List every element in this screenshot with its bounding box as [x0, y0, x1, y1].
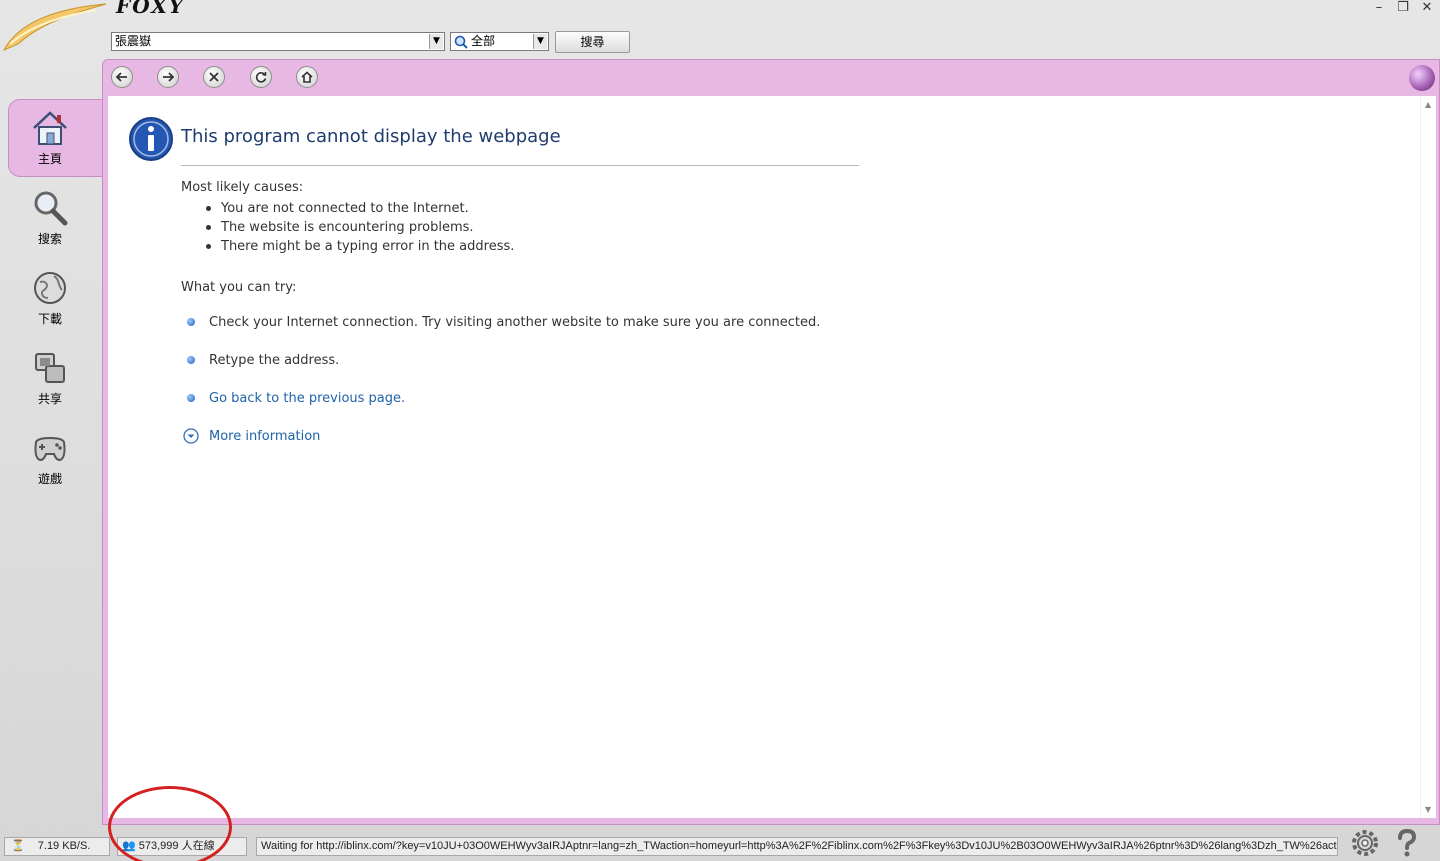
expand-chevron-icon[interactable]	[183, 428, 199, 444]
bullet-icon	[206, 225, 211, 230]
sidebar-item-share[interactable]: 共享	[20, 348, 80, 407]
sidebar-item-games[interactable]: 遊戲	[20, 428, 80, 487]
web-content: This program cannot display the webpage …	[108, 96, 1420, 818]
app-logo: FOXY	[116, 0, 186, 18]
bullet-icon	[206, 206, 211, 211]
sidebar-item-download[interactable]: 下載	[20, 268, 80, 327]
search-filter-select[interactable]: 全部 ▼	[450, 32, 549, 51]
back-icon	[115, 72, 127, 82]
more-information-link[interactable]: More information	[209, 429, 320, 444]
gamepad-icon	[34, 436, 66, 462]
search-button[interactable]: 搜尋	[555, 31, 630, 53]
sidebar-item-label: 共享	[37, 392, 62, 406]
causes-heading: Most likely causes:	[181, 180, 304, 195]
try-heading: What you can try:	[181, 280, 297, 295]
bullet-icon	[187, 356, 195, 364]
stop-icon	[209, 72, 219, 82]
browser-frame: This program cannot display the webpage …	[102, 59, 1440, 825]
info-icon	[129, 117, 173, 161]
highlight-circle-annotation	[108, 786, 232, 861]
sidebar-item-label: 主頁	[37, 152, 62, 166]
status-message: Waiting for http://iblinx.com/?key=v10JU…	[256, 837, 1338, 856]
search-query: 張震嶽	[115, 34, 152, 48]
magnifier-icon	[34, 191, 68, 226]
back-button[interactable]	[111, 66, 133, 88]
try-item: Check your Internet connection. Try visi…	[209, 315, 821, 330]
divider	[181, 165, 859, 166]
restore-button[interactable]: ❐	[1394, 0, 1412, 16]
search-dropdown-arrow-icon[interactable]: ▼	[429, 34, 443, 49]
sidebar-item-label: 下載	[37, 312, 62, 326]
try-item: Retype the address.	[209, 353, 340, 368]
globe-button[interactable]	[1409, 65, 1435, 91]
vertical-scrollbar[interactable]: ▲ ▼	[1420, 96, 1436, 818]
home-icon	[33, 111, 67, 145]
filter-dropdown-arrow-icon[interactable]: ▼	[533, 34, 547, 49]
home-button[interactable]	[296, 66, 318, 88]
refresh-button[interactable]	[250, 66, 272, 88]
search-input[interactable]: 張震嶽 ▼	[111, 32, 445, 51]
browser-toolbar	[103, 60, 1439, 96]
share-icon	[35, 353, 65, 383]
sidebar-item-label: 遊戲	[37, 472, 62, 486]
settings-gear-icon[interactable]	[1350, 828, 1380, 858]
bullet-icon	[187, 394, 195, 402]
globe-icon	[34, 272, 66, 304]
bullet-icon	[187, 318, 195, 326]
bullet-icon	[206, 244, 211, 249]
foxy-logo-swoosh	[2, 3, 107, 52]
cause-item: You are not connected to the Internet.	[221, 201, 469, 216]
scroll-up-icon[interactable]: ▲	[1425, 100, 1431, 109]
go-back-link[interactable]: Go back to the previous page.	[209, 391, 405, 406]
help-question-icon[interactable]	[1392, 828, 1422, 858]
magnifier-icon	[454, 35, 468, 49]
search-filter-value: 全部	[471, 34, 496, 48]
sidebar-item-home[interactable]: 主頁	[20, 108, 80, 167]
cause-item: The website is encountering problems.	[221, 220, 474, 235]
forward-icon	[163, 72, 175, 82]
speed-text: 7.19 KB/S.	[37, 840, 91, 852]
minimize-button[interactable]: –	[1370, 0, 1388, 16]
scroll-down-icon[interactable]: ▼	[1425, 805, 1431, 814]
speed-status: ⏳ 7.19 KB/S.	[4, 837, 110, 856]
close-button[interactable]: ✕	[1418, 0, 1436, 16]
home-icon	[301, 71, 313, 83]
forward-button[interactable]	[157, 66, 179, 88]
speed-icon: ⏳	[11, 840, 25, 852]
sidebar-item-search[interactable]: 搜索	[20, 188, 80, 247]
refresh-icon	[255, 72, 267, 83]
stop-button[interactable]	[203, 66, 225, 88]
sidebar-item-label: 搜索	[37, 232, 62, 246]
status-message-text: Waiting for http://iblinx.com/?key=v10JU…	[261, 840, 1338, 852]
cause-item: There might be a typing error in the add…	[221, 239, 515, 254]
error-title: This program cannot display the webpage	[181, 126, 561, 147]
window-controls: – ❐ ✕	[1370, 0, 1436, 16]
